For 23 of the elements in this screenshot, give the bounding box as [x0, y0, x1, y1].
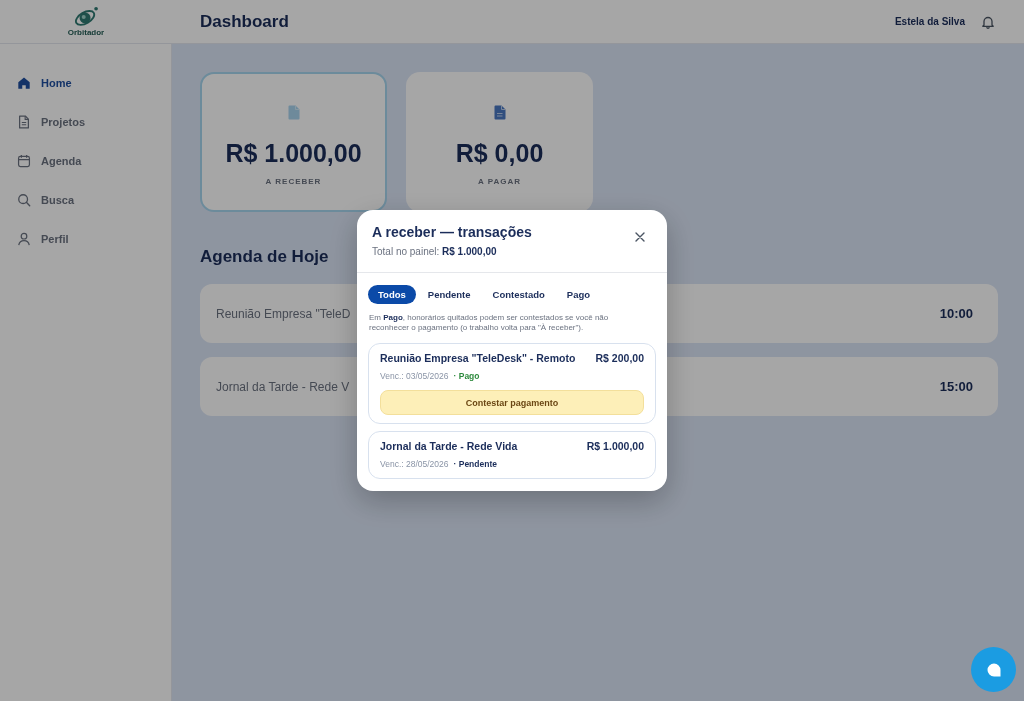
- page-title: Dashboard: [200, 11, 289, 32]
- section-title: Agenda de Hoje: [200, 246, 329, 268]
- dialog-title: A receber — transações: [372, 223, 532, 241]
- event-title: Reunião Empresa "TeleD: [216, 306, 351, 321]
- transaction-amount: R$ 200,00: [595, 351, 644, 365]
- brand-name: Orbitador: [67, 28, 105, 37]
- user-name: Estela da Silva: [894, 16, 965, 27]
- transaction-amount: R$ 1.000,00: [586, 439, 644, 453]
- transaction-title: Reunião Empresa "TeleDesk" - Remoto: [380, 351, 576, 365]
- due-date: Venc.: 03/05/2026: [380, 371, 449, 382]
- info-note: Em Pago, honorários quitados podem ser contestados se você não reconhecer o pagamento (o trabalho volta para "À receber").: [368, 313, 610, 333]
- dialog-subtitle: Total no painel: R$ 1.000,00: [372, 245, 498, 258]
- status-label: · Pendente: [453, 459, 497, 470]
- amount-value: R$ 1.000,00: [225, 139, 362, 167]
- amount-label: A RECEBER: [265, 177, 322, 187]
- event-time: 10:00: [939, 306, 973, 321]
- amount-label: A PAGAR: [478, 177, 521, 187]
- amount-value: R$ 0,00: [455, 139, 544, 167]
- status-label: · Pago: [453, 371, 480, 382]
- event-time: 15:00: [939, 379, 973, 394]
- event-title: Jornal da Tarde - Rede V: [216, 379, 350, 394]
- due-date: Venc.: 28/05/2026: [380, 459, 449, 470]
- transaction-title: Jornal da Tarde - Rede Vida: [380, 439, 518, 453]
